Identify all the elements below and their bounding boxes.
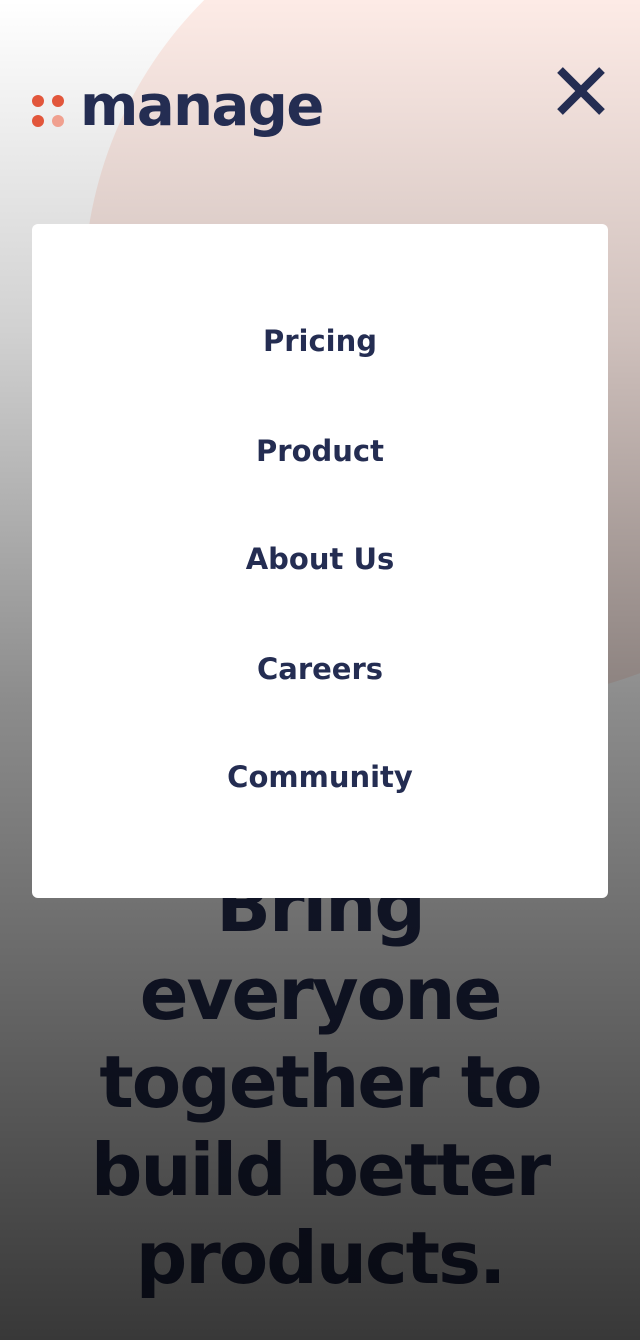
mobile-menu-panel: Pricing Product About Us Careers Communi… xyxy=(32,224,608,898)
logo-dot xyxy=(32,95,44,107)
logo-dot xyxy=(52,115,64,127)
hero-line: products. xyxy=(135,1216,507,1300)
hero-line: everyone xyxy=(139,952,503,1036)
logo-dot xyxy=(32,115,44,127)
menu-item-product[interactable]: Product xyxy=(32,431,608,471)
site-header: manage xyxy=(0,0,640,200)
close-menu-button[interactable] xyxy=(552,62,610,120)
logo-dots-icon xyxy=(32,95,66,131)
menu-item-community[interactable]: Community xyxy=(32,757,608,797)
menu-item-about-us[interactable]: About Us xyxy=(32,539,608,579)
logo-dot xyxy=(52,95,64,107)
hero-line: together to xyxy=(99,1040,542,1124)
hero-line: build better xyxy=(90,1128,551,1212)
menu-item-careers[interactable]: Careers xyxy=(32,649,608,689)
logo-link[interactable]: manage xyxy=(32,74,324,148)
hero-heading: Bring everyone together to build better … xyxy=(0,862,640,1302)
logo-wordmark: manage xyxy=(80,74,324,139)
menu-item-pricing[interactable]: Pricing xyxy=(32,321,608,361)
close-x-icon xyxy=(557,67,605,115)
